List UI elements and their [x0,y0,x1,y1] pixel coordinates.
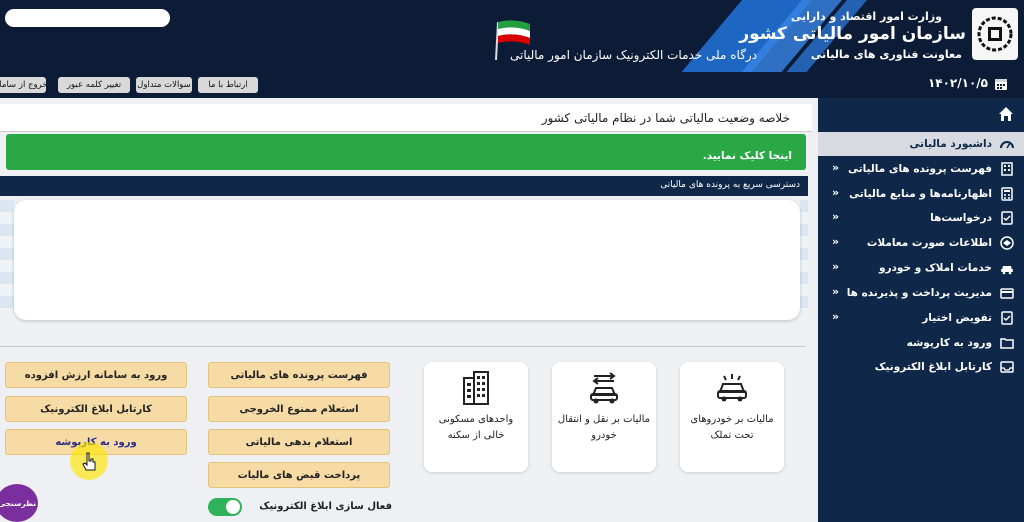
tile-label: مالیات بر نقل و انتقال خودرو [557,414,651,441]
dashboard-icon [1000,141,1014,149]
tile-label: واحدهای مسکونی خالی از سکنه [438,414,514,441]
folder-icon [1000,338,1014,349]
sidebar-item-workfolder[interactable]: ورود به کارپوشه [818,331,1024,355]
toggle-label: فعال سازی ابلاغ الکترونیک [259,501,392,512]
sidebar-item-tax-files[interactable]: فهرست پرونده های مالیاتی « [818,157,1024,181]
calendar-icon [995,79,1007,90]
sidebar-item-payments[interactable]: مدیریت پرداخت و پذیرنده ها « [818,281,1024,305]
car-icon [1001,266,1013,275]
org-name: سازمان امور مالیاتی کشور [739,24,966,44]
chevron-left-icon: « [832,310,840,323]
apartment-icon [463,371,489,405]
divider [0,346,806,347]
logout-button[interactable]: خروج از سامانه [0,77,46,93]
cursor-highlight [70,442,108,480]
chevron-left-icon: « [832,210,840,223]
sidebar-item-label: مدیریت پرداخت و پذیرنده ها [846,287,992,299]
e-notice-toggle[interactable] [208,498,242,516]
redacted-files-table [14,200,800,320]
checklist-icon [1001,311,1013,325]
chevron-left-icon: « [832,285,840,298]
notice-banner[interactable]: اینجا کلیک نمایید. [6,134,806,170]
org-logo [972,8,1018,60]
sidebar-item-label: داشبورد مالیاتی [909,138,992,150]
sidebar-item-label: تفویض اختیار [922,312,992,324]
car-tax-icon [717,374,747,402]
files-table-edge [0,200,14,310]
quick-access-title: دسترسی سریع به پرونده های مالیاتی [660,180,800,190]
sidebar-item-label: فهرست پرونده های مالیاتی [848,163,992,175]
survey-button[interactable]: نظرسنجی [0,484,38,522]
contact-button[interactable]: ارتباط با ما [198,77,258,93]
quick-access-bar: دسترسی سریع به پرونده های مالیاتی [0,176,808,196]
handshake-icon [1000,236,1014,250]
sidebar-item-label: ورود به کارپوشه [906,337,992,349]
notice-click-link[interactable]: اینجا کلیک نمایید. [703,150,792,162]
sidebar: داشبورد مالیاتی فهرست پرونده های مالیاتی… [818,98,1024,522]
toggle-knob [226,500,240,514]
top-toolbar: خروج از سامانه تغییر کلمه عبور سوالات مت… [0,72,1024,98]
chevron-left-icon: « [832,235,840,248]
car-transfer-icon [590,372,618,404]
pay-tax-bills-button[interactable]: پرداخت قبض های مالیات [208,462,390,488]
card-icon [1000,288,1014,299]
faq-button[interactable]: سوالات متداول [136,77,192,93]
sidebar-item-label: اظهارنامه‌ها و منابع مالیاتی [849,188,992,200]
inbox-icon [1000,361,1014,373]
redacted-user-field [5,9,170,27]
tile-vacant-housing[interactable]: واحدهای مسکونی خالی از سکنه [424,362,528,472]
tile-car-transfer-tax[interactable]: مالیات بر نقل و انتقال خودرو [552,362,656,472]
sidebar-item-declarations[interactable]: اظهارنامه‌ها و منابع مالیاتی « [818,182,1024,206]
deputy-name: معاونت فناوری های مالیاتی [810,48,962,61]
ministry-name: وزارت امور اقتصاد و دارایی [790,10,942,23]
sidebar-item-delegation[interactable]: تفویض اختیار « [818,306,1024,330]
chevron-left-icon: « [832,161,840,174]
sidebar-item-label: اطلاعات صورت معاملات [866,237,992,249]
e-notice-toggle-row: فعال سازی ابلاغ الکترونیک [208,498,392,516]
calculator-icon [1001,187,1013,201]
vat-system-button[interactable]: ورود به سامانه ارزش افزوده [5,362,187,388]
chevron-left-icon: « [832,186,840,199]
sidebar-item-label: درخواست‌ها [930,212,992,224]
page-title: خلاصه وضعیت مالیاتی شما در نظام مالیاتی … [541,111,790,125]
header: درگاه ملی خدمات الکترونیک سازمان امور ما… [0,0,1024,72]
summary-title-bar: خلاصه وضعیت مالیاتی شما در نظام مالیاتی … [0,104,812,132]
tile-owned-car-tax[interactable]: مالیات بر خودروهای تحت تملک [680,362,784,472]
tax-debt-inquiry-button[interactable]: استعلام بدهی مالیاتی [208,429,390,455]
tax-files-list-button[interactable]: فهرست پرونده های مالیاتی [208,362,390,388]
home-icon[interactable] [998,106,1014,122]
exit-ban-inquiry-button[interactable]: استعلام ممنوع الخروجی [208,396,390,422]
tile-label: مالیات بر خودروهای تحت تملک [690,414,774,441]
portal-title: درگاه ملی خدمات الکترونیک سازمان امور ما… [510,48,758,62]
sidebar-item-transactions[interactable]: اطلاعات صورت معاملات « [818,231,1024,255]
hand-cursor-icon [82,452,96,471]
e-notice-cartable-button[interactable]: کارتابل ابلاغ الکترونیک [5,396,187,422]
sidebar-item-property-car[interactable]: خدمات املاک و خودرو « [818,256,1024,280]
change-password-button[interactable]: تغییر کلمه عبور [58,77,130,93]
sidebar-item-e-notice[interactable]: کارتابل ابلاغ الکترونیک [818,355,1024,379]
sidebar-item-requests[interactable]: درخواست‌ها « [818,206,1024,230]
sidebar-item-dashboard[interactable]: داشبورد مالیاتی [818,132,1024,156]
building-icon [1001,162,1013,176]
checklist-icon [1001,211,1013,225]
logo-emblem-icon [977,16,1013,52]
sidebar-item-label: خدمات املاک و خودرو [878,262,992,274]
current-date: ۱۴۰۲/۱۰/۵ [927,76,988,90]
chevron-left-icon: « [832,260,840,273]
files-table-edge [800,200,808,310]
sidebar-item-label: کارتابل ابلاغ الکترونیک [874,361,992,373]
